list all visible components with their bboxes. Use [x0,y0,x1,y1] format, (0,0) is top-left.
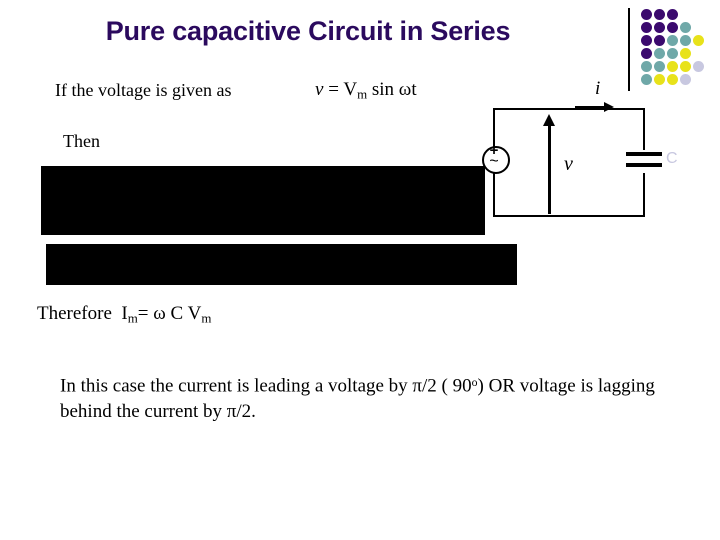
decorative-dot [654,35,665,46]
current-arrow-shaft [575,106,607,109]
voltage-formula-amplitude: V [343,79,358,100]
slide-canvas: Pure capacitive Circuit in Series If the… [0,0,720,540]
decorative-dot [680,74,691,85]
voltage-formula-equals: = [328,79,339,100]
decorative-dot [641,48,652,59]
decorative-dot [693,35,704,46]
decorative-dot [667,61,678,72]
conclusion-line-1-end: ) OR [477,375,516,397]
decorative-dot [680,22,691,33]
decorative-dot [641,74,652,85]
decorative-dot [667,9,678,20]
current-label: i [595,78,601,99]
conclusion-paragraph: In this case the current is leading a vo… [60,370,660,425]
redacted-derivation-block-2 [46,244,517,285]
circuit-wire-top [493,108,645,110]
conclusion-line-1: In this case the current is leading a vo… [60,375,472,397]
decorative-dot [641,61,652,72]
capacitor-label: C [666,150,678,167]
ac-source-tilde-sign: ~ [489,153,499,170]
circuit-wire-bottom [493,215,645,217]
decorative-dot [654,74,665,85]
decorative-dot [654,9,665,20]
decorative-dot [654,22,665,33]
circuit-diagram: + ~ C v i [470,78,680,230]
decorative-dot [680,35,691,46]
decorative-dot [680,48,691,59]
current-formula-omega: ω [153,303,166,324]
voltage-formula-function: sin [371,79,395,100]
decorative-dot [693,61,704,72]
page-title: Pure capacitive Circuit in Series [105,16,511,46]
decorative-dot [667,74,678,85]
voltage-formula-time: t [411,79,417,100]
current-arrow-head [604,102,614,112]
decorative-dot [667,35,678,46]
redacted-derivation-block-1 [41,166,485,235]
voltage-formula-omega: ω [398,79,412,100]
voltage-arrow-shaft [548,122,551,214]
capacitor-plate-bottom [626,163,662,167]
then-label: Then [63,131,100,151]
voltage-label: v [564,153,573,175]
therefore-label: Therefore [37,303,112,324]
decorative-dot [667,22,678,33]
capacitor-plate-top [626,152,662,156]
voltage-formula: v = Vm sin ωt [315,79,417,103]
current-formula-amplitude: V [187,303,202,324]
decorative-dot-grid [641,9,713,87]
decorative-dot [641,22,652,33]
current-formula-amplitude-subscript: m [201,310,212,326]
intro-text: If the voltage is given as [55,80,232,100]
decorative-dot [654,61,665,72]
decorative-divider-line [628,8,630,91]
decorative-dot [680,61,691,72]
current-formula-equals: = [137,303,149,324]
decorative-dot [641,35,652,46]
circuit-wire-right-upper [643,108,645,150]
voltage-arrow-head [543,114,555,126]
therefore-formula: Therefore Im= ω C Vm [37,303,211,327]
current-formula-variable-subscript: m [127,310,138,326]
decorative-dot [654,48,665,59]
current-formula-capacitance: C [170,303,184,324]
circuit-wire-right-lower [643,173,645,217]
voltage-formula-amplitude-subscript: m [357,86,368,102]
decorative-dot [667,48,678,59]
voltage-formula-variable: v [315,79,324,100]
decorative-dot [641,9,652,20]
